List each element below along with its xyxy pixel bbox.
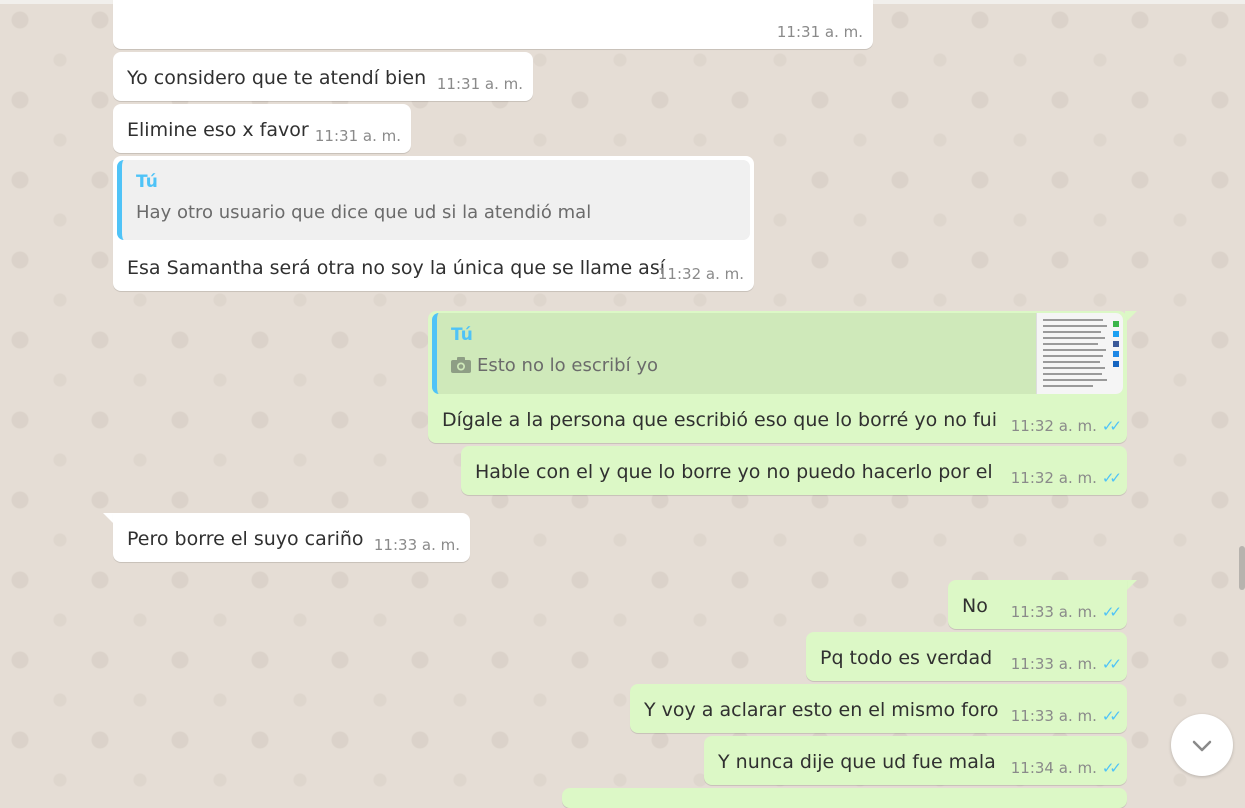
message-text: Y voy a aclarar esto en el mismo foro (644, 699, 999, 721)
double-check-icon: ✓✓ (1101, 603, 1122, 621)
message-outgoing-reply[interactable]: Tú Esto no lo escribí yo Dígale a la per… (428, 311, 1127, 443)
quoted-message[interactable]: Tú Hay otro usuario que dice que ud si l… (117, 160, 750, 240)
message-time: 11:32 a. m. (1010, 417, 1097, 435)
message-time: 11:33 a. m. (373, 536, 460, 554)
message-text: Pero borre el suyo cariño (127, 528, 364, 550)
message-outgoing[interactable] (562, 788, 1127, 808)
message-outgoing[interactable]: Y nunca dije que ud fue mala 11:34 a. m.… (704, 736, 1127, 785)
message-time: 11:31 a. m. (314, 127, 401, 145)
message-time: 11:33 a. m. (1010, 603, 1097, 621)
message-time: 11:33 a. m. (1010, 655, 1097, 673)
message-incoming-reply[interactable]: Tú Hay otro usuario que dice que ud si l… (113, 156, 754, 291)
quote-text: Esto no lo escribí yo (477, 355, 658, 376)
message-outgoing[interactable]: No 11:33 a. m. ✓✓ (948, 580, 1127, 629)
double-check-icon: ✓✓ (1101, 469, 1122, 487)
double-check-icon: ✓✓ (1101, 707, 1122, 725)
message-text: Y nunca dije que ud fue mala (718, 751, 996, 773)
message-text: Yo considero que te atendí bien (127, 67, 427, 89)
message-time: 11:32 a. m. (1010, 469, 1097, 487)
double-check-icon: ✓✓ (1101, 759, 1122, 777)
message-text: Pq todo es verdad (820, 647, 993, 669)
message-meta: 11:33 a. m. ✓✓ (1010, 707, 1122, 725)
message-meta: 11:32 a. m. ✓✓ (1010, 417, 1122, 435)
double-check-icon: ✓✓ (1101, 417, 1122, 435)
camera-icon (451, 357, 471, 373)
message-incoming[interactable]: Yo considero que te atendí bien 11:31 a.… (113, 52, 533, 101)
message-text: Hable con el y que lo borre yo no puedo … (475, 461, 993, 483)
message-outgoing[interactable]: Y voy a aclarar esto en el mismo foro 11… (630, 684, 1127, 733)
quote-author: Tú (136, 172, 158, 192)
message-meta: 11:33 a. m. ✓✓ (1010, 603, 1122, 621)
message-outgoing[interactable]: Hable con el y que lo borre yo no puedo … (461, 446, 1127, 495)
message-text: Dígale a la persona que escribió eso que… (442, 409, 997, 431)
message-meta: 11:34 a. m. ✓✓ (1010, 759, 1122, 777)
message-time: 11:31 a. m. (436, 75, 523, 93)
quoted-message[interactable]: Tú Esto no lo escribí yo (432, 313, 1123, 394)
message-outgoing[interactable]: Pq todo es verdad 11:33 a. m. ✓✓ (806, 632, 1127, 681)
quoted-image-thumbnail (1036, 313, 1123, 394)
double-check-icon: ✓✓ (1101, 655, 1122, 673)
message-time: 11:32 a. m. (657, 265, 744, 283)
scrollbar-thumb[interactable] (1239, 546, 1245, 590)
message-time: 11:31 a. m. (776, 23, 863, 41)
quote-author: Tú (451, 325, 473, 345)
message-meta: 11:32 a. m. ✓✓ (1010, 469, 1122, 487)
message-time: 11:34 a. m. (1010, 759, 1097, 777)
message-incoming[interactable]: 11:31 a. m. (113, 0, 873, 49)
message-text: Esa Samantha será otra no soy la única q… (127, 257, 665, 279)
message-meta: 11:33 a. m. ✓✓ (1010, 655, 1122, 673)
message-time: 11:33 a. m. (1010, 707, 1097, 725)
quote-text: Hay otro usuario que dice que ud si la a… (136, 202, 592, 223)
message-incoming[interactable]: Pero borre el suyo cariño 11:33 a. m. (113, 513, 470, 562)
message-incoming[interactable]: Elimine eso x favor 11:31 a. m. (113, 104, 411, 153)
message-text: Elimine eso x favor (127, 119, 309, 141)
scroll-down-button[interactable] (1171, 714, 1233, 776)
message-text: No (962, 595, 988, 617)
